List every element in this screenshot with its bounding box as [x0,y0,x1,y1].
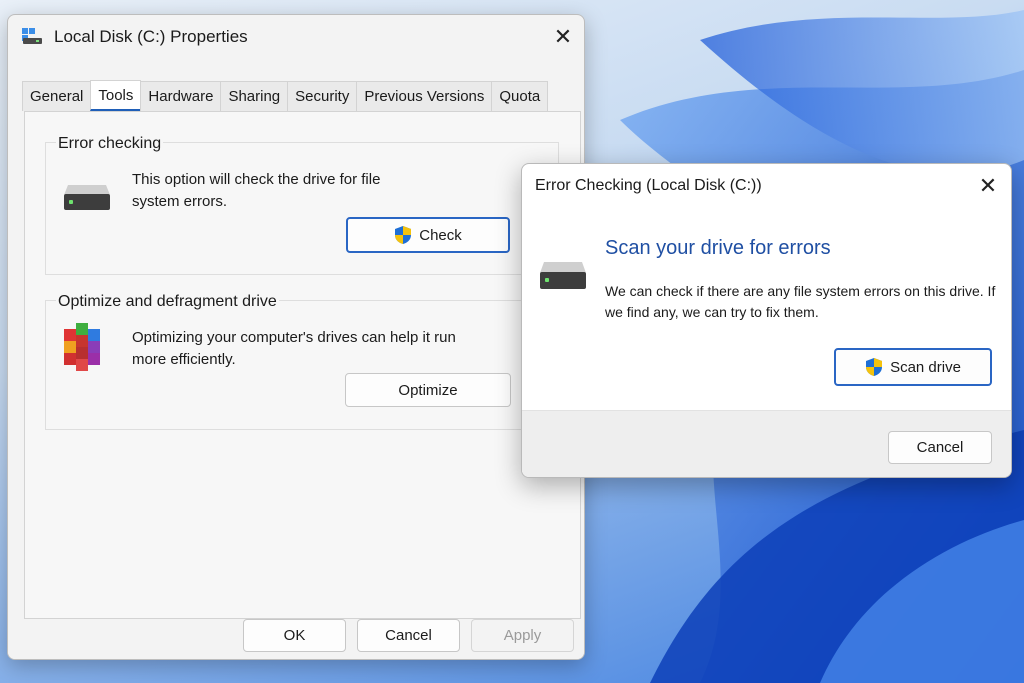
tab-hardware[interactable]: Hardware [140,81,222,111]
optimize-group: Optimize and defragment drive Optimizing… [45,293,559,430]
optimize-description: Optimizing your computer's drives can he… [132,329,456,368]
error-dialog-title: Error Checking (Local Disk (C:)) [535,177,762,194]
defrag-blocks-icon [64,323,100,371]
uac-shield-icon [866,358,883,376]
error-checking-dialog: Error Checking (Local Disk (C:)) ✕ Scan … [521,163,1012,478]
apply-button[interactable]: Apply [471,619,574,652]
drive-properties-icon [22,28,42,44]
properties-window: Local Disk (C:) Properties ✕ General Too… [7,14,585,660]
tab-security[interactable]: Security [287,81,358,111]
ok-button[interactable]: OK [243,619,346,652]
tab-general[interactable]: General [22,81,92,111]
error-dialog-footer: Cancel [522,410,1011,477]
properties-titlebar[interactable]: Local Disk (C:) Properties ✕ [8,15,584,59]
properties-title: Local Disk (C:) Properties [54,27,248,46]
error-dialog-body: Scan your drive for errors We can check … [522,208,1011,410]
tab-previous-versions[interactable]: Previous Versions [356,81,493,111]
optimize-label: Optimize and defragment drive [56,293,279,311]
error-dialog-description: We can check if there are any file syste… [605,283,996,320]
error-dialog-close-button[interactable]: ✕ [970,170,1006,202]
hard-drive-icon [64,185,110,210]
error-dialog-cancel-button[interactable]: Cancel [888,431,992,464]
uac-shield-icon [395,226,412,244]
scan-drive-button[interactable]: Scan drive [834,348,992,386]
tab-quota[interactable]: Quota [491,81,549,111]
properties-close-button[interactable]: ✕ [545,21,581,53]
optimize-button[interactable]: Optimize [345,373,511,407]
hard-drive-icon [540,262,586,289]
scan-drive-label: Scan drive [890,358,961,376]
cancel-button[interactable]: Cancel [357,619,460,652]
tab-strip: General Tools Hardware Sharing Security … [22,80,549,111]
error-dialog-heading: Scan your drive for errors [605,237,831,259]
close-icon: ✕ [978,173,998,198]
error-checking-description: This option will check the drive for fil… [132,171,381,210]
check-button[interactable]: Check [346,217,510,253]
properties-footer: OK Cancel Apply [8,619,584,659]
tools-tab-panel: Error checking This option will check th… [24,111,581,619]
tab-sharing[interactable]: Sharing [220,81,289,111]
close-icon: ✕ [553,24,573,49]
error-checking-label: Error checking [56,135,164,153]
tab-tools[interactable]: Tools [90,80,142,111]
check-button-label: Check [419,226,462,244]
error-checking-group: Error checking This option will check th… [45,135,559,275]
